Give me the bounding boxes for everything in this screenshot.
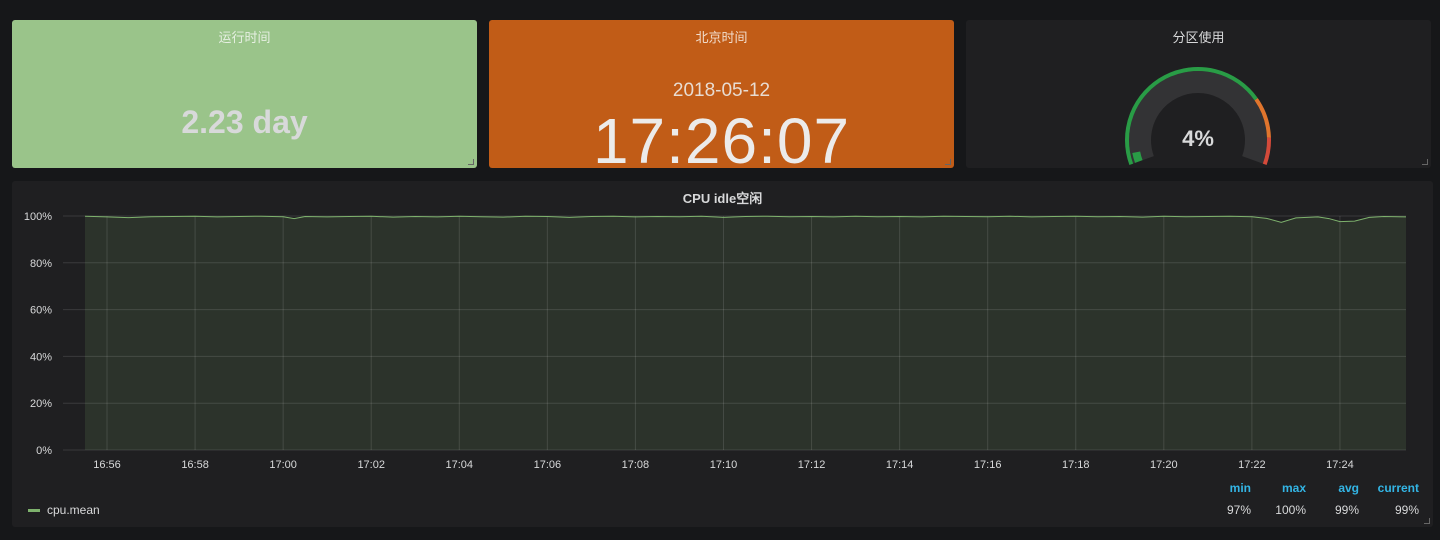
y-tick-label: 100% [24, 211, 52, 223]
x-tick-label: 17:18 [1062, 459, 1090, 471]
legend-header-min[interactable]: min [1230, 481, 1251, 495]
legend-series-color-swatch[interactable] [28, 508, 40, 512]
x-tick-label: 17:12 [798, 459, 826, 471]
uptime-panel[interactable]: 运行时间 2.23 day [12, 20, 477, 168]
x-tick-label: 17:20 [1150, 459, 1178, 471]
legend-header-current[interactable]: current [1378, 481, 1419, 495]
gauge-panel[interactable]: 分区使用 4% [966, 20, 1431, 168]
legend-series-name[interactable]: cpu.mean [47, 503, 100, 517]
legend-value-current: 99% [1394, 503, 1419, 517]
y-tick-label: 60% [30, 305, 52, 317]
x-tick-label: 17:10 [710, 459, 738, 471]
uptime-value: 2.23 day [181, 104, 308, 140]
resize-handle[interactable] [945, 159, 951, 165]
legend-header-max[interactable]: max [1282, 481, 1306, 495]
x-tick-label: 17:14 [886, 459, 914, 471]
y-tick-label: 80% [30, 258, 52, 270]
clock-time: 17:26:07 [592, 105, 851, 168]
legend-series-item[interactable]: cpu.mean [28, 503, 100, 517]
x-tick-label: 17:04 [446, 459, 474, 471]
x-tick-label: 16:58 [181, 459, 209, 471]
legend-value-min: 97% [1226, 503, 1251, 517]
x-tick-label: 17:22 [1238, 459, 1266, 471]
x-tick-label: 17:24 [1326, 459, 1354, 471]
legend-value-max: 100% [1275, 503, 1306, 517]
y-tick-label: 20% [30, 398, 52, 410]
cpu-idle-chart[interactable]: 0% 20% 40% 60% 80% 100% 16:56 16:58 17:00 17:02 17… [12, 181, 1433, 527]
y-tick-label: 40% [30, 351, 52, 363]
uptime-panel-title[interactable]: 运行时间 [12, 27, 477, 46]
legend-value-avg: 99% [1334, 503, 1359, 517]
x-tick-label: 17:02 [357, 459, 385, 471]
resize-handle[interactable] [468, 159, 474, 165]
clock-date: 2018-05-12 [672, 80, 771, 101]
x-tick-label: 17:00 [269, 459, 297, 471]
x-tick-label: 16:56 [93, 459, 121, 471]
gauge-value-bar [1132, 151, 1143, 163]
gauge-value-text: 4% [1182, 126, 1214, 151]
clock-panel[interactable]: 北京时间 2018-05-12 17:26:07 [489, 20, 954, 168]
y-tick-label: 0% [36, 445, 52, 457]
x-tick-label: 17:06 [534, 459, 562, 471]
x-tick-label: 17:08 [622, 459, 650, 471]
clock-panel-title[interactable]: 北京时间 [489, 27, 954, 46]
gauge-chart: 4% [1125, 67, 1271, 165]
x-tick-label: 17:16 [974, 459, 1002, 471]
graph-panel[interactable]: CPU idle空闲 0% 20% 40% 60% 80% 100% 16:56 16:58 1… [12, 181, 1433, 527]
resize-handle[interactable] [1422, 159, 1428, 165]
legend-header-avg[interactable]: avg [1338, 481, 1359, 495]
resize-handle[interactable] [1424, 518, 1430, 524]
